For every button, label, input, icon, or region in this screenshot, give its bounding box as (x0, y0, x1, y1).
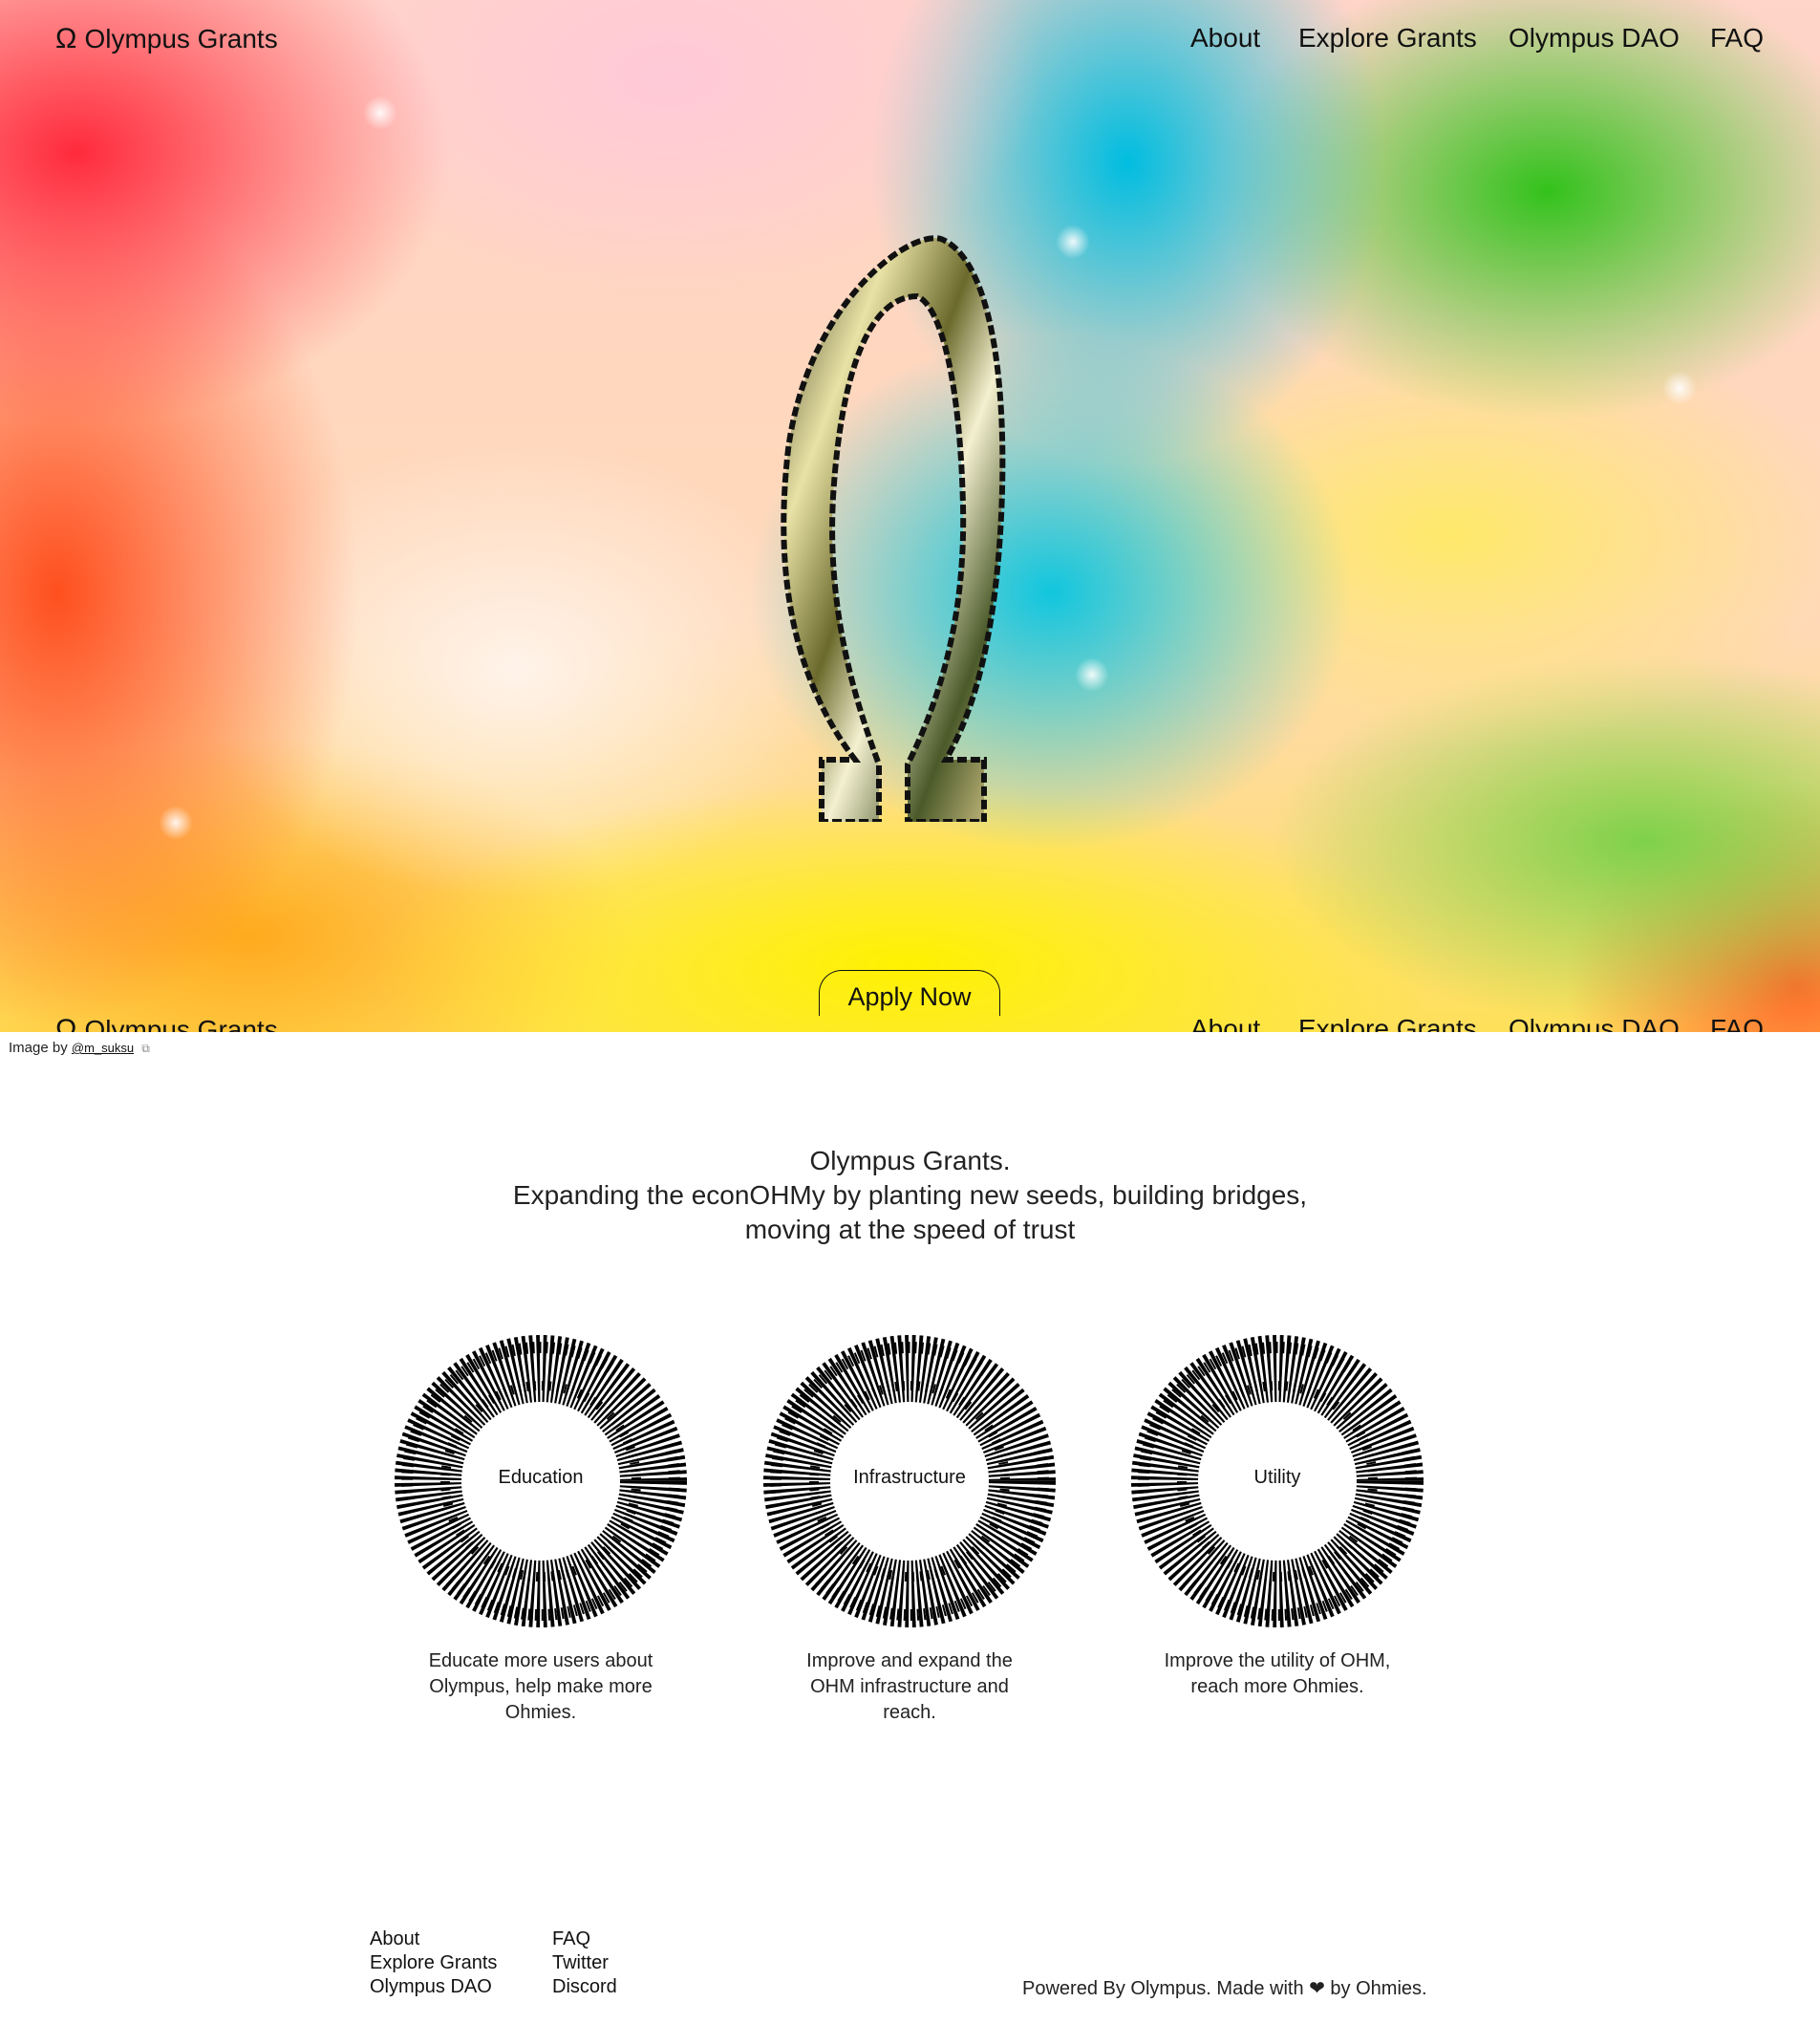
sticky-nav-about[interactable]: About (1190, 1014, 1260, 1032)
sticky-brand-name: Olympus Grants (84, 1015, 278, 1032)
sparkle (159, 806, 193, 840)
category-label: Education (498, 1467, 584, 1488)
credit-handle-link[interactable]: @m_suksu (72, 1041, 134, 1055)
category-label: Infrastructure (853, 1467, 966, 1488)
omega-icon: Ω (55, 23, 77, 54)
category-utility[interactable]: Utility Improve the utility of OHM, reac… (1129, 1333, 1425, 1697)
category-description: Educate more users about Olympus, help m… (428, 1650, 653, 1723)
apply-now-button[interactable]: Apply Now (819, 970, 1000, 1016)
nav-about[interactable]: About (1190, 23, 1260, 54)
nav-faq[interactable]: FAQ (1710, 23, 1764, 54)
intro-text: Olympus Grants. Expanding the econOHMy b… (0, 1144, 1820, 1247)
sparkle (363, 96, 397, 130)
category-education[interactable]: Education Educate more users about Olymp… (393, 1333, 689, 1723)
footer-twitter[interactable]: Twitter (552, 1952, 609, 1974)
hero-banner: Ω Olympus Grants About Explore Grants Ol… (0, 0, 1820, 1032)
footer-about[interactable]: About (370, 1928, 419, 1950)
nav-olympus-dao[interactable]: Olympus DAO (1509, 23, 1680, 54)
powered-by-text: Powered By Olympus. Made with ❤ by Ohmie… (1022, 1978, 1427, 1999)
sticky-brand-logo-link[interactable]: Ω Olympus Grants (55, 1014, 278, 1032)
footer-faq[interactable]: FAQ (552, 1928, 590, 1950)
category-infrastructure[interactable]: Infrastructure Improve and expand the OH… (761, 1333, 1058, 1723)
chrome-omega-illustration (781, 235, 1006, 822)
brand-name: Olympus Grants (84, 24, 278, 54)
brand-logo-link[interactable]: Ω Olympus Grants (55, 23, 278, 55)
sparkle (1075, 657, 1109, 692)
intro-line-3: moving at the speed of trust (744, 1215, 1076, 1244)
category-label: Utility (1253, 1467, 1301, 1488)
category-description: Improve and expand the OHM infrastructur… (806, 1650, 1013, 1723)
sparkle (1056, 225, 1090, 259)
credit-prefix: Image by (9, 1040, 68, 1056)
footer-discord[interactable]: Discord (552, 1976, 617, 1998)
sticky-nav-olympus-dao[interactable]: Olympus DAO (1509, 1014, 1680, 1032)
sticky-nav-explore-grants[interactable]: Explore Grants (1298, 1014, 1477, 1032)
nav-explore-grants[interactable]: Explore Grants (1298, 23, 1477, 54)
footer-olympus-dao[interactable]: Olympus DAO (370, 1976, 492, 1998)
omega-icon: Ω (55, 1014, 77, 1032)
sparkle (1662, 371, 1697, 405)
intro-title: Olympus Grants. (809, 1146, 1011, 1175)
category-description: Improve the utility of OHM, reach more O… (1164, 1650, 1391, 1697)
footer-explore-grants[interactable]: Explore Grants (370, 1952, 497, 1974)
intro-line-2: Expanding the econOHMy by planting new s… (512, 1180, 1308, 1210)
sticky-nav-faq[interactable]: FAQ (1710, 1014, 1764, 1032)
external-link-icon: ⧉ (141, 1042, 150, 1055)
image-credit: Image by @m_suksu ⧉ (9, 1040, 150, 1056)
sticky-nav-overflow (0, 1032, 1820, 1051)
